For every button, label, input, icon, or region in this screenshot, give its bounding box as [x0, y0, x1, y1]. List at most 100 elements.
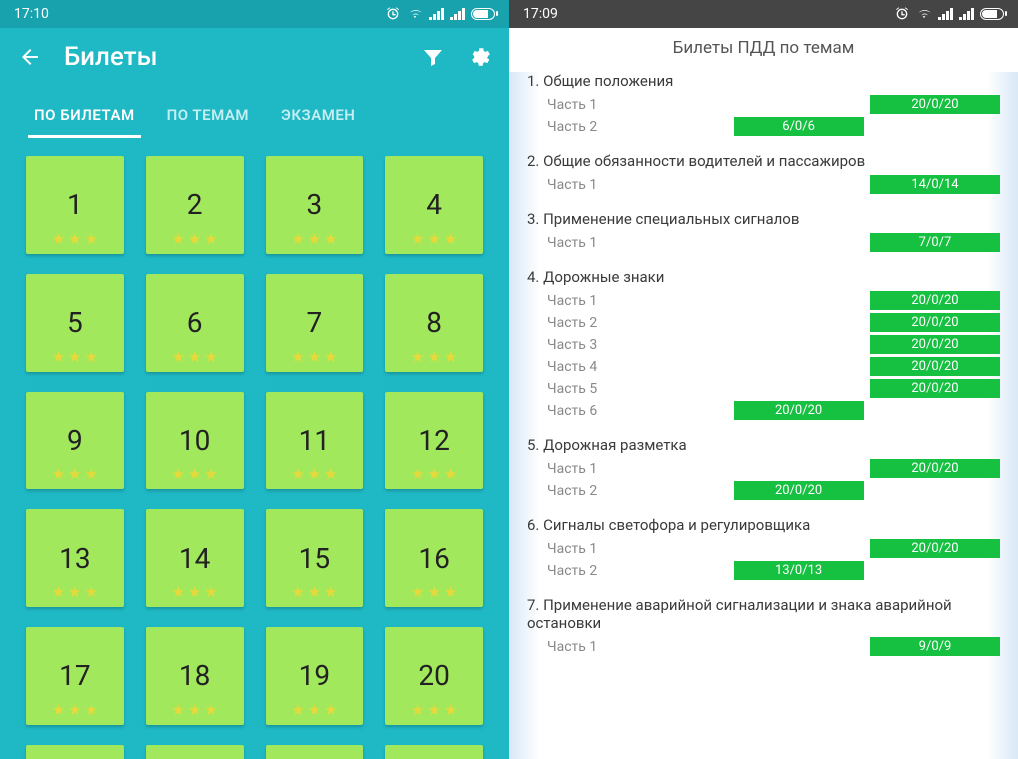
part-label: Часть 1 — [547, 177, 597, 193]
tab-1[interactable]: ПО ТЕМАМ — [151, 94, 265, 138]
score-badge[interactable]: 20/0/20 — [870, 539, 1000, 558]
ticket-1[interactable]: 1★★★ — [26, 156, 124, 254]
ticket-21[interactable]: 21★★★ — [26, 745, 124, 759]
ticket-18[interactable]: 18★★★ — [146, 627, 244, 725]
battery-icon — [471, 8, 495, 20]
stars-icon: ★★★ — [52, 701, 98, 719]
score-badge[interactable]: 20/0/20 — [870, 291, 1000, 310]
topic-part[interactable]: Часть 1 20/0/20 — [527, 539, 1000, 558]
stars-icon: ★★★ — [291, 465, 337, 483]
ticket-16[interactable]: 16★★★ — [385, 509, 483, 607]
topic-part[interactable]: Часть 1 9/0/9 — [527, 637, 1000, 656]
part-label: Часть 1 — [547, 639, 597, 655]
topic-part[interactable]: Часть 220/0/20 — [527, 481, 1000, 500]
ticket-12[interactable]: 12★★★ — [385, 392, 483, 490]
ticket-grid: 1★★★2★★★3★★★4★★★5★★★6★★★7★★★8★★★9★★★10★★… — [26, 156, 483, 759]
topic: 1. Общие положенияЧасть 120/0/20Часть 26… — [527, 72, 1000, 136]
ticket-9[interactable]: 9★★★ — [26, 392, 124, 490]
score-badge[interactable]: 13/0/13 — [734, 561, 864, 580]
ticket-23[interactable]: 23★★★ — [266, 745, 364, 759]
tab-2[interactable]: ЭКЗАМЕН — [265, 94, 371, 138]
stars-icon: ★★★ — [411, 348, 457, 366]
ticket-5[interactable]: 5★★★ — [26, 274, 124, 372]
ticket-2[interactable]: 2★★★ — [146, 156, 244, 254]
ticket-10[interactable]: 10★★★ — [146, 392, 244, 490]
score-badge[interactable]: 20/0/20 — [734, 401, 864, 420]
topic-part[interactable]: Часть 120/0/20 — [527, 291, 1000, 310]
part-label: Часть 3 — [547, 337, 597, 353]
topic-part[interactable]: Часть 213/0/13 — [527, 561, 1000, 580]
part-label: Часть 1 — [547, 541, 597, 557]
topic: 7. Применение аварийной сигнализации и з… — [527, 596, 1000, 656]
ticket-number: 9 — [67, 424, 83, 457]
phone-screen-topics: 17:09 Билеты ПДД по темам 1. Общие полож… — [509, 0, 1018, 759]
ticket-6[interactable]: 6★★★ — [146, 274, 244, 372]
ticket-number: 5 — [67, 306, 83, 339]
topic-part[interactable]: Часть 120/0/20 — [527, 459, 1000, 478]
ticket-13[interactable]: 13★★★ — [26, 509, 124, 607]
ticket-24[interactable]: 24★★★ — [385, 745, 483, 759]
score-badge[interactable]: 14/0/14 — [870, 175, 1000, 194]
topic-part[interactable]: Часть 620/0/20 — [527, 401, 1000, 420]
ticket-11[interactable]: 11★★★ — [266, 392, 364, 490]
score-badge[interactable]: 20/0/20 — [870, 313, 1000, 332]
topic: 5. Дорожная разметкаЧасть 120/0/20Часть … — [527, 436, 1000, 500]
ticket-number: 4 — [426, 188, 442, 221]
topic: 2. Общие обязанности водителей и пассажи… — [527, 152, 1000, 194]
part-label: Часть 1 — [547, 235, 597, 251]
score-badge[interactable]: 7/0/7 — [870, 233, 1000, 252]
topic-part[interactable]: Часть 4 20/0/20 — [527, 357, 1000, 376]
topic-part[interactable]: Часть 2 6/0/6 — [527, 117, 1000, 136]
topic-part[interactable]: Часть 220/0/20 — [527, 313, 1000, 332]
topics-list[interactable]: 1. Общие положенияЧасть 120/0/20Часть 26… — [509, 72, 1018, 759]
signal-icon — [938, 8, 953, 20]
score-badge[interactable]: 20/0/20 — [870, 459, 1000, 478]
score-badge[interactable]: 20/0/20 — [734, 481, 864, 500]
topic-part[interactable]: Часть 1 7/0/7 — [527, 233, 1000, 252]
ticket-4[interactable]: 4★★★ — [385, 156, 483, 254]
ticket-number: 3 — [307, 188, 323, 221]
status-time: 17:09 — [523, 6, 558, 22]
part-label: Часть 4 — [547, 359, 597, 375]
score-badge[interactable]: 6/0/6 — [734, 117, 864, 136]
topic-part[interactable]: Часть 1 14/0/14 — [527, 175, 1000, 194]
part-label: Часть 1 — [547, 97, 597, 113]
part-label: Часть 2 — [547, 119, 597, 135]
stars-icon: ★★★ — [171, 583, 217, 601]
score-badge[interactable]: 20/0/20 — [870, 335, 1000, 354]
tab-0[interactable]: ПО БИЛЕТАМ — [18, 94, 151, 138]
filter-button[interactable] — [421, 45, 445, 69]
ticket-22[interactable]: 22★★★ — [146, 745, 244, 759]
stars-icon: ★★★ — [291, 583, 337, 601]
topic-part[interactable]: Часть 5 20/0/20 — [527, 379, 1000, 398]
ticket-20[interactable]: 20★★★ — [385, 627, 483, 725]
ticket-3[interactable]: 3★★★ — [266, 156, 364, 254]
part-label: Часть 5 — [547, 381, 597, 397]
ticket-15[interactable]: 15★★★ — [266, 509, 364, 607]
app-header: Билеты ПО БИЛЕТАМПО ТЕМАМЭКЗАМЕН — [0, 28, 509, 138]
score-badge[interactable]: 20/0/20 — [870, 379, 1000, 398]
ticket-8[interactable]: 8★★★ — [385, 274, 483, 372]
stars-icon: ★★★ — [171, 348, 217, 366]
ticket-17[interactable]: 17★★★ — [26, 627, 124, 725]
topic-part[interactable]: Часть 1 20/0/20 — [527, 95, 1000, 114]
ticket-number: 19 — [299, 659, 330, 692]
ticket-14[interactable]: 14★★★ — [146, 509, 244, 607]
score-badge[interactable]: 20/0/20 — [870, 357, 1000, 376]
ticket-number: 2 — [187, 188, 203, 221]
stars-icon: ★★★ — [171, 701, 217, 719]
topic: 4. Дорожные знакиЧасть 120/0/20Часть 220… — [527, 268, 1000, 420]
stars-icon: ★★★ — [411, 465, 457, 483]
score-badge[interactable]: 20/0/20 — [870, 95, 1000, 114]
topic-title: 6. Сигналы светофора и регулировщика — [527, 516, 1000, 534]
ticket-7[interactable]: 7★★★ — [266, 274, 364, 372]
settings-button[interactable] — [467, 45, 491, 69]
ticket-grid-wrap[interactable]: 1★★★2★★★3★★★4★★★5★★★6★★★7★★★8★★★9★★★10★★… — [0, 138, 509, 759]
page-title: Билеты — [64, 42, 399, 72]
topic-part[interactable]: Часть 3 20/0/20 — [527, 335, 1000, 354]
back-button[interactable] — [18, 45, 42, 69]
phone-screen-tickets: 17:10 Билеты ПО БИЛЕТАМПО ТЕМАМЭКЗАМЕН 1… — [0, 0, 509, 759]
score-badge[interactable]: 9/0/9 — [870, 637, 1000, 656]
ticket-19[interactable]: 19★★★ — [266, 627, 364, 725]
status-bar: 17:10 — [0, 0, 509, 28]
